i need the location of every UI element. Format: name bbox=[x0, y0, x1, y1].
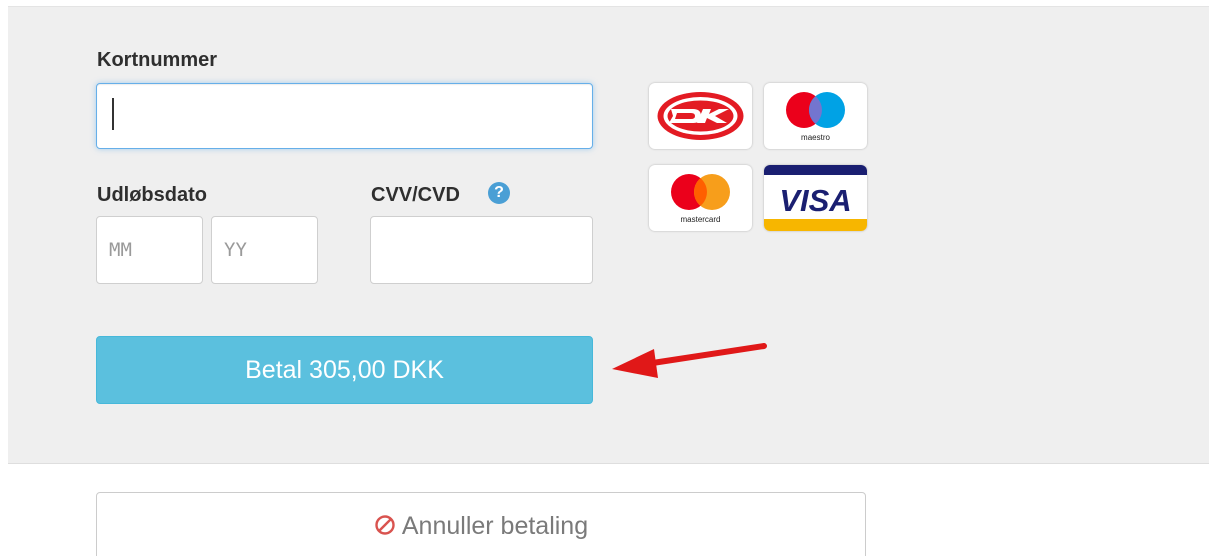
text-cursor bbox=[112, 98, 114, 130]
ban-icon bbox=[375, 515, 395, 536]
cancel-payment-button[interactable]: Annuller betaling bbox=[96, 492, 866, 556]
expiry-year-input[interactable] bbox=[211, 216, 318, 284]
mastercard-logo-text: mastercard bbox=[680, 215, 720, 224]
dankort-logo bbox=[649, 83, 752, 149]
card-number-label: Kortnummer bbox=[97, 49, 218, 71]
maestro-logo-text: maestro bbox=[801, 133, 830, 142]
expiry-label: Udløbsdato bbox=[97, 184, 207, 206]
annotation-arrow-icon bbox=[612, 343, 767, 378]
pay-button[interactable]: Betal 305,00 DKK bbox=[96, 336, 593, 404]
cvv-input[interactable] bbox=[370, 216, 593, 284]
cvv-label: CVV/CVD bbox=[371, 184, 460, 206]
cancel-payment-label: Annuller betaling bbox=[401, 512, 589, 540]
mastercard-logo: mastercard bbox=[649, 165, 752, 231]
visa-logo: VISA bbox=[764, 165, 867, 231]
expiry-month-input[interactable] bbox=[96, 216, 203, 284]
maestro-logo: maestro bbox=[764, 83, 867, 149]
visa-logo-text: VISA bbox=[779, 183, 851, 218]
question-circle-icon[interactable]: ? bbox=[488, 182, 510, 204]
card-number-input[interactable] bbox=[96, 83, 593, 149]
payment-page: Kortnummer Udløbsdato CVV/CVD ? maestro bbox=[0, 0, 1209, 556]
